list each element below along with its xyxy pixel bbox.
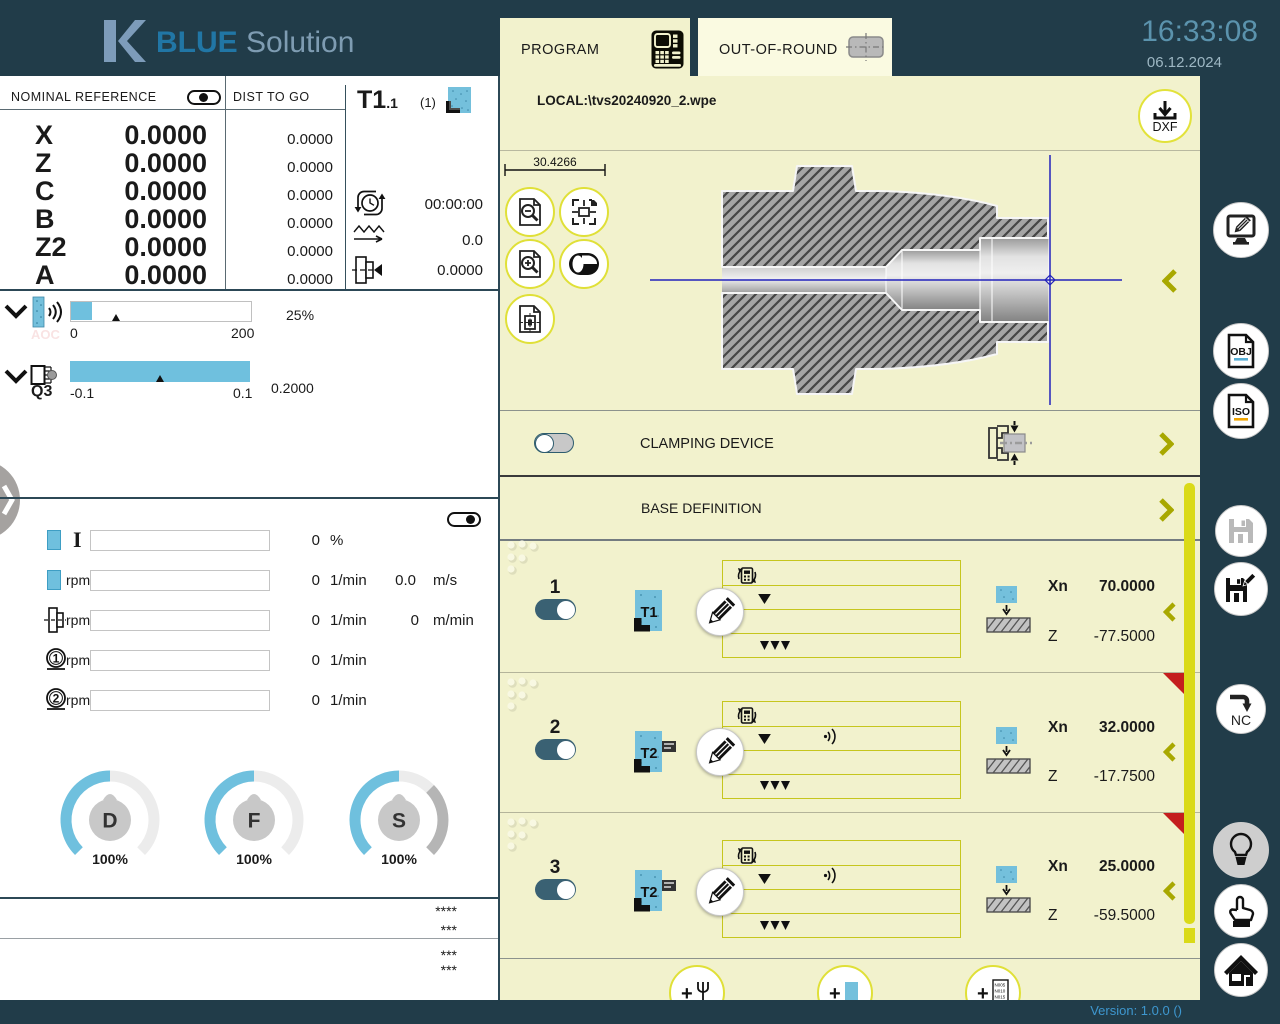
svg-text:T2: T2 xyxy=(641,885,658,901)
svg-text:1: 1 xyxy=(53,652,60,666)
svg-text:NC: NC xyxy=(1231,712,1251,728)
svg-text:N010: N010 xyxy=(995,989,1006,994)
svg-text:T1: T1 xyxy=(641,605,658,621)
svg-text:S: S xyxy=(392,810,406,833)
svg-text:30.4266: 30.4266 xyxy=(533,155,577,169)
svg-text:T2: T2 xyxy=(641,746,658,762)
svg-text:2: 2 xyxy=(53,692,60,706)
svg-text:DXF: DXF xyxy=(1153,120,1178,133)
svg-text:F: F xyxy=(248,810,261,833)
svg-text:N005: N005 xyxy=(995,983,1006,988)
svg-text:N015: N015 xyxy=(995,995,1006,1000)
svg-text:OBJ: OBJ xyxy=(1230,346,1252,358)
svg-text:ISO: ISO xyxy=(1232,406,1250,418)
svg-text:D: D xyxy=(102,810,117,833)
